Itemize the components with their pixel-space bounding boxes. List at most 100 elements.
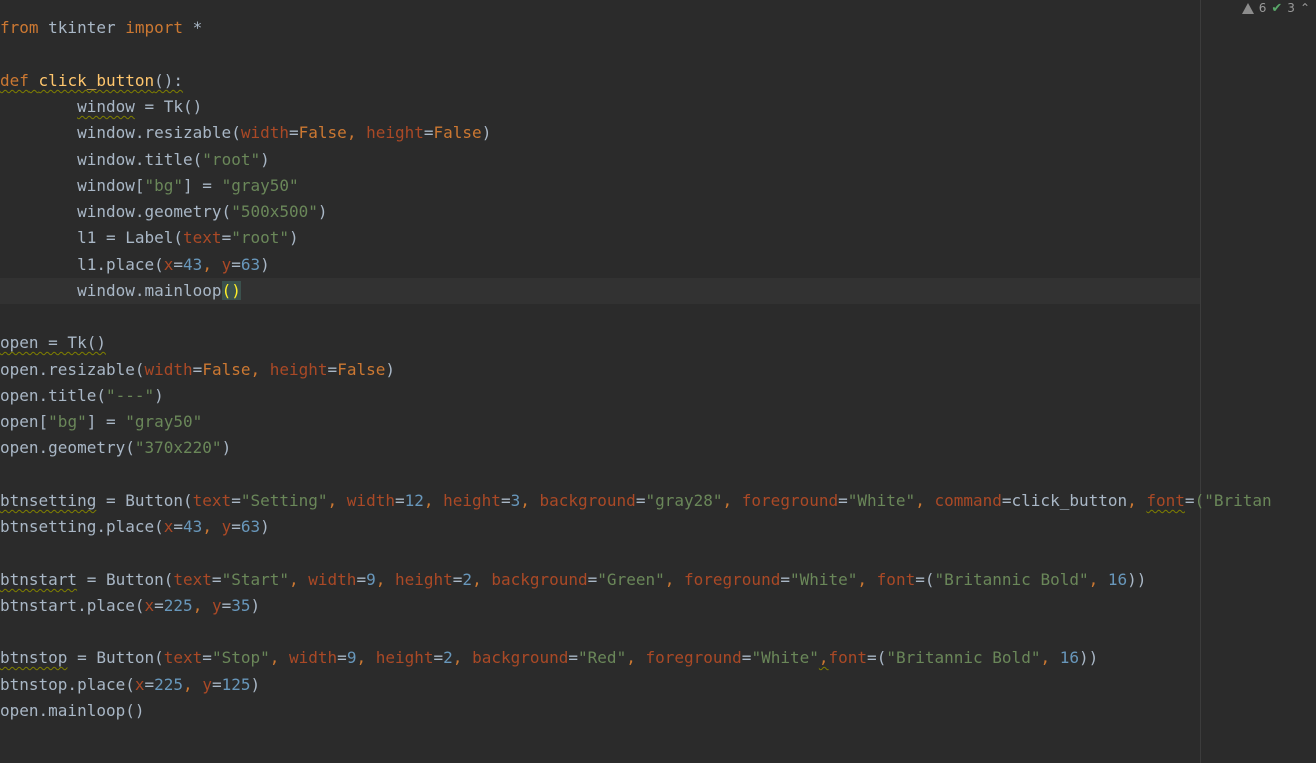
parameter: font <box>1146 491 1185 510</box>
operator: = <box>192 360 203 379</box>
code-text: open.geometry( <box>0 438 135 457</box>
number: 63 <box>240 517 261 536</box>
code-line-9[interactable]: l1 = Label(text="root") <box>0 225 1316 251</box>
punctuation: ) <box>260 150 270 169</box>
operator: = <box>337 648 347 667</box>
punctuation: ) <box>250 596 261 615</box>
separator: , <box>1088 570 1108 589</box>
code-text: = Button( <box>96 491 193 510</box>
operator: = <box>221 596 232 615</box>
code-text: ] = <box>183 176 222 195</box>
number: 35 <box>231 596 251 615</box>
punctuation: ) <box>260 255 270 274</box>
punctuation: ) <box>154 386 164 405</box>
code-text: window.title( <box>77 150 203 169</box>
code-line-23[interactable]: btnstart.place(x=225, y=35) <box>0 593 1316 619</box>
code-line-26[interactable]: btnstop.place(x=225, y=125) <box>0 672 1316 698</box>
number: 16 <box>1107 570 1128 589</box>
code-line-13[interactable]: open = Tk() <box>0 330 1316 356</box>
chevron-up-icon[interactable]: ⌃ <box>1300 1 1310 15</box>
code-text: ] = <box>86 412 126 431</box>
code-line-20[interactable]: btnsetting.place(x=43, y=63) <box>0 514 1316 540</box>
separator: , <box>356 648 376 667</box>
operator: = <box>1001 491 1012 510</box>
operator: = <box>173 517 184 536</box>
code-line-5[interactable]: window.resizable(width=False, height=Fal… <box>0 120 1316 146</box>
variable: btnstart <box>0 570 78 589</box>
separator: , <box>289 570 309 589</box>
separator: , <box>327 491 347 510</box>
code-line-3[interactable]: def click_button(): <box>0 68 1316 94</box>
operator: = <box>327 360 338 379</box>
code-line-8[interactable]: window.geometry("500x500") <box>0 199 1316 225</box>
import-star: * <box>183 18 203 37</box>
code-line-1[interactable]: from tkinter import * <box>0 15 1316 41</box>
operator: = <box>231 491 241 510</box>
punctuation: (): <box>154 71 184 90</box>
string: "Stop" <box>211 648 270 667</box>
code-line-17[interactable]: open.geometry("370x220") <box>0 435 1316 461</box>
operator: = <box>635 491 646 510</box>
matched-braces: () <box>221 281 241 300</box>
operator: = <box>838 491 848 510</box>
code-line-10[interactable]: l1.place(x=43, y=63) <box>0 252 1316 278</box>
parameter: font <box>828 648 868 667</box>
punctuation: ) <box>221 438 232 457</box>
number: 9 <box>366 570 376 589</box>
parameter: height <box>375 648 434 667</box>
operator: = <box>221 228 232 247</box>
code-text: btnsetting.place( <box>0 517 164 536</box>
punctuation: ) <box>385 360 395 379</box>
parameter: width <box>289 648 338 667</box>
code-text: open.resizable( <box>0 360 145 379</box>
code-line-7[interactable]: window["bg"] = "gray50" <box>0 173 1316 199</box>
code-text: open = Tk() <box>0 333 106 352</box>
parameter: text <box>192 491 232 510</box>
operator: = <box>231 255 241 274</box>
parameter: background <box>472 648 569 667</box>
parameter: y <box>211 596 222 615</box>
code-line-14[interactable]: open.resizable(width=False, height=False… <box>0 357 1316 383</box>
check-icon: ✔ <box>1271 0 1283 16</box>
variable: window <box>77 97 135 116</box>
string: ("Britan <box>1194 491 1272 510</box>
separator: , <box>520 491 540 510</box>
number: 225 <box>163 596 193 615</box>
separator: , <box>915 491 935 510</box>
code-line-27[interactable]: open.mainloop() <box>0 698 1316 724</box>
parameter: width <box>240 123 289 142</box>
operator: = <box>211 675 222 694</box>
string: "root" <box>231 228 289 247</box>
code-line-25[interactable]: btnstop = Button(text="Stop", width=9, h… <box>0 645 1316 671</box>
string: "Setting" <box>240 491 328 510</box>
code-line-6[interactable]: window.title("root") <box>0 147 1316 173</box>
keyword: False <box>337 360 386 379</box>
inspection-widget[interactable]: 6 ✔ 3 ⌃ <box>1241 0 1316 16</box>
punctuation: )) <box>1078 648 1099 667</box>
parameter: foreground <box>741 491 839 510</box>
parameter: y <box>221 255 232 274</box>
code-line-15[interactable]: open.title("---") <box>0 383 1316 409</box>
code-line-22[interactable]: btnstart = Button(text="Start", width=9,… <box>0 567 1316 593</box>
number: 43 <box>183 517 203 536</box>
operator: = <box>452 570 463 589</box>
code-line-16[interactable]: open["bg"] = "gray50" <box>0 409 1316 435</box>
code-text: open[ <box>0 412 49 431</box>
parameter: y <box>202 675 212 694</box>
string: "White" <box>847 491 916 510</box>
keyword: False <box>202 360 251 379</box>
punctuation: ) <box>289 228 299 247</box>
code-line-19[interactable]: btnsetting = Button(text="Setting", widt… <box>0 488 1316 514</box>
keyword: def <box>0 71 29 90</box>
code-editor[interactable]: 6 ✔ 3 ⌃ from tkinter import * def click_… <box>0 0 1316 763</box>
string: "Red" <box>578 648 627 667</box>
code-line-4[interactable]: window = Tk() <box>0 94 1316 120</box>
operator: = <box>915 570 925 589</box>
keyword: from <box>0 18 39 37</box>
separator: , <box>250 360 270 379</box>
code-line-11[interactable]: window.mainloop() <box>0 278 1316 304</box>
code-text: open.mainloop() <box>0 701 145 720</box>
string: "gray28" <box>645 491 723 510</box>
